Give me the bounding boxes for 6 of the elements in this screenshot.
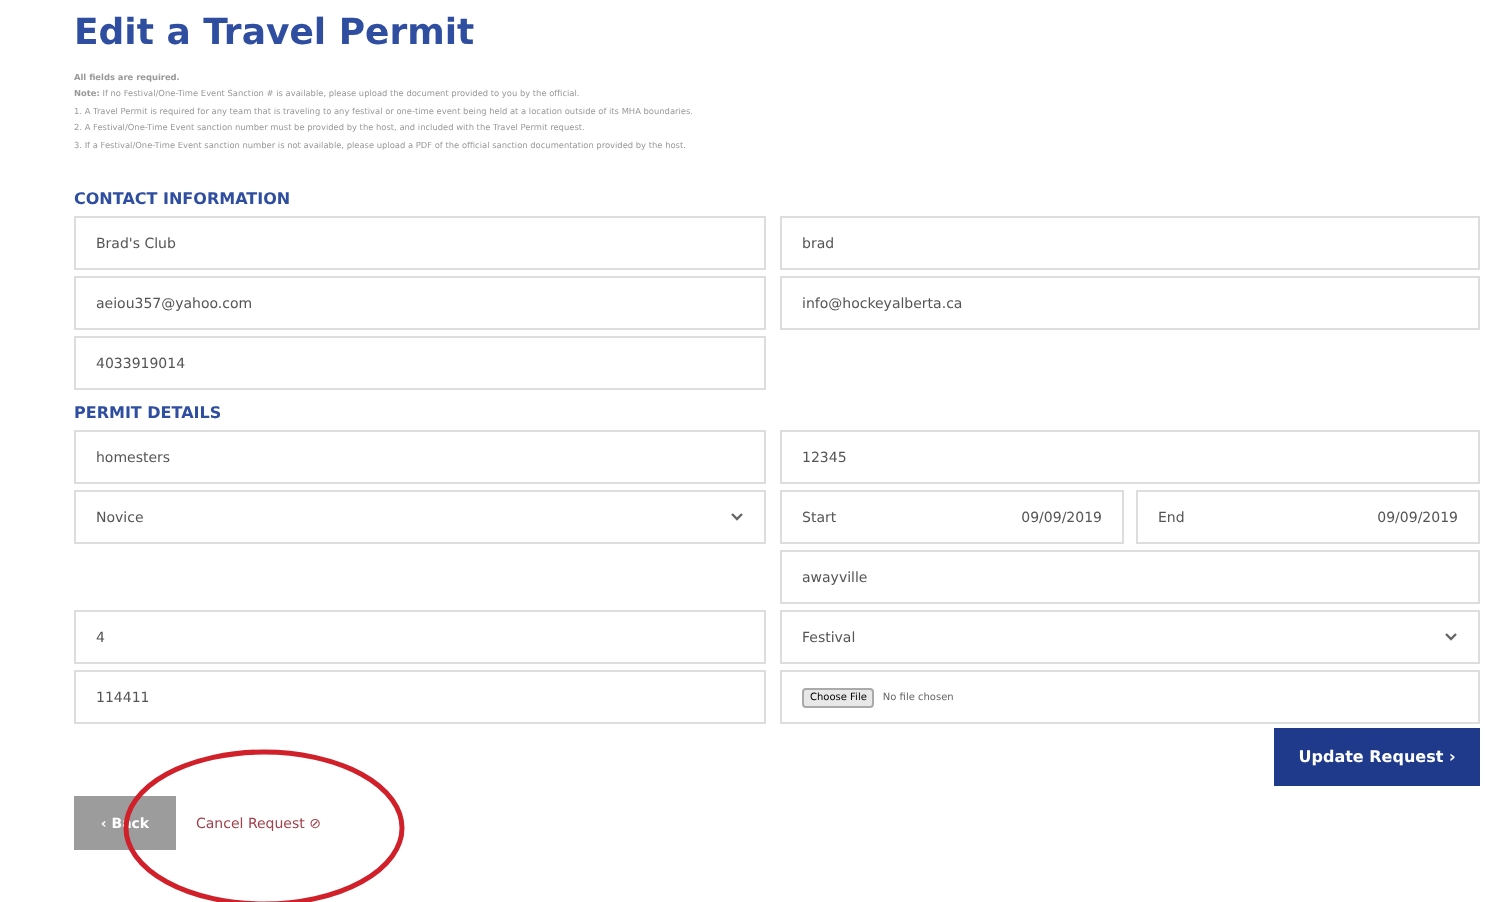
section-heading: CONTACT INFORMATION <box>74 190 293 209</box>
page-title: Edit a Travel Permit <box>74 12 477 54</box>
update-request-button[interactable]: Update Request › <box>1274 728 1480 787</box>
chevron-down-icon <box>730 512 744 523</box>
chevron-down-icon <box>1444 632 1458 643</box>
section-heading: PERMIT DETAILS <box>74 404 224 423</box>
